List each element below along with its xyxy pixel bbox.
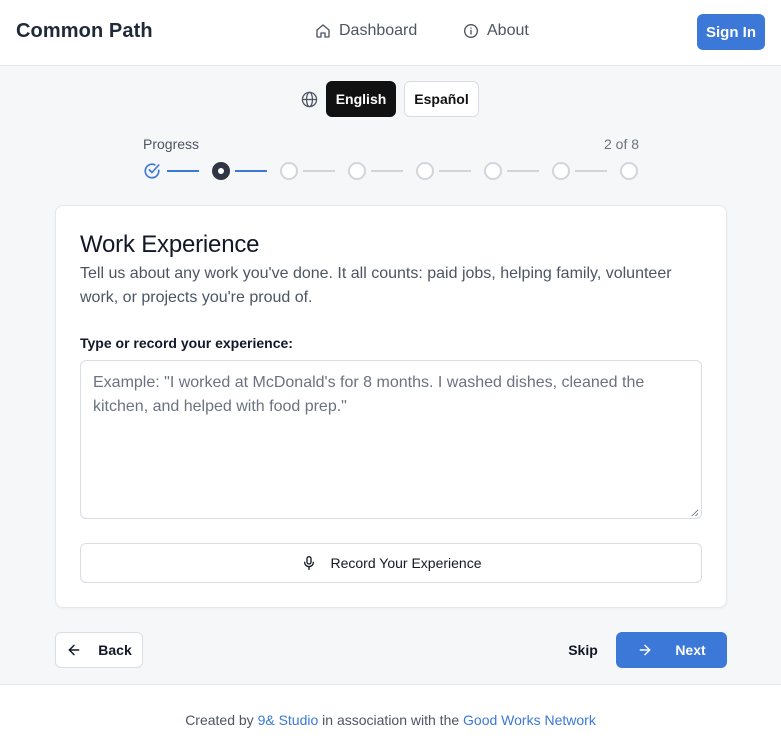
next-button[interactable]: Next (616, 632, 727, 668)
footer-prefix: Created by (185, 712, 254, 728)
experience-textarea[interactable] (80, 360, 702, 519)
card-title: Work Experience (80, 231, 260, 258)
step-connector (167, 170, 199, 172)
globe-icon (301, 91, 318, 108)
step-8 (620, 162, 638, 180)
footer-middle: in association with the (322, 712, 460, 728)
step-connector (371, 170, 403, 172)
skip-button[interactable]: Skip (562, 632, 604, 668)
footer-credits: Created by 9& Studio in association with… (0, 712, 781, 728)
nav-dashboard-label: Dashboard (339, 22, 418, 39)
record-button-label: Record Your Experience (330, 555, 482, 571)
language-english-button[interactable]: English (326, 81, 396, 117)
step-4 (348, 162, 366, 180)
nav-about-link[interactable]: About (463, 22, 529, 40)
progress-count: 2 of 8 (604, 136, 640, 152)
step-6 (484, 162, 502, 180)
footer-network-link[interactable]: Good Works Network (463, 712, 596, 728)
microphone-icon (303, 556, 314, 570)
nav-about-label: About (487, 22, 529, 39)
step-5 (416, 162, 434, 180)
language-spanish-button[interactable]: Español (404, 81, 479, 117)
step-7 (552, 162, 570, 180)
sign-in-button[interactable]: Sign In (697, 14, 765, 50)
step-connector (303, 170, 335, 172)
top-header: Common Path Dashboard About Sign In (0, 0, 781, 66)
card-description: Tell us about any work you've done. It a… (80, 265, 672, 306)
step-connector (235, 170, 267, 172)
progress-label: Progress (143, 136, 200, 152)
step-3 (280, 162, 298, 180)
arrow-left-icon (68, 644, 80, 656)
experience-field-label: Type or record your experience: (80, 335, 293, 351)
record-experience-button[interactable]: Record Your Experience (80, 543, 702, 583)
step-connector (507, 170, 539, 172)
step-2-current (212, 162, 230, 180)
info-icon (464, 24, 478, 38)
back-button[interactable]: Back (55, 632, 143, 668)
step-connector (575, 170, 607, 172)
check-circle-icon (144, 163, 160, 179)
footer-studio-link[interactable]: 9& Studio (258, 712, 319, 728)
work-experience-card: Work Experience Tell us about any work y… (55, 205, 727, 608)
brand-logo[interactable]: Common Path (16, 20, 153, 43)
nav-dashboard-link[interactable]: Dashboard (315, 22, 417, 40)
arrow-right-icon (639, 644, 651, 656)
page-footer: Created by 9& Studio in association with… (0, 684, 781, 754)
back-button-label: Back (98, 642, 132, 658)
step-1-completed (143, 162, 161, 180)
home-icon (316, 24, 330, 38)
step-connector (439, 170, 471, 172)
resize-handle-icon[interactable] (690, 508, 699, 517)
next-button-label: Next (675, 642, 706, 658)
